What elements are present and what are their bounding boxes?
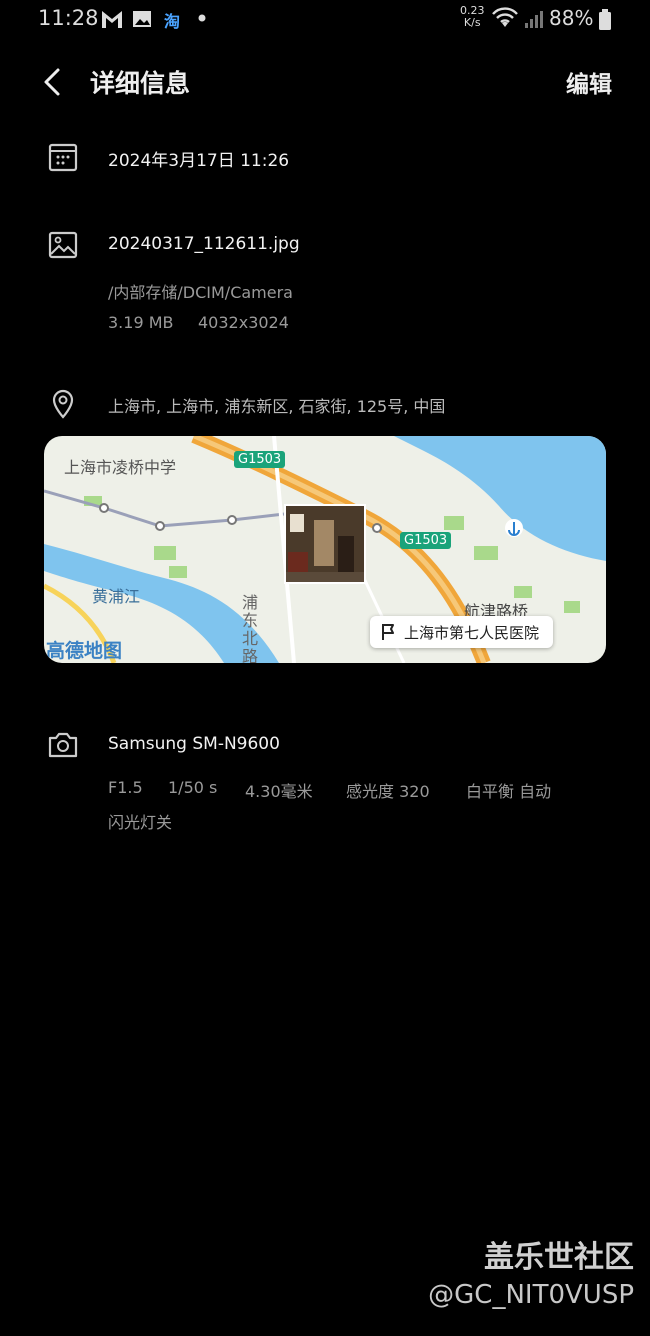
metro-station (372, 523, 382, 533)
park-area (514, 586, 532, 598)
gmail-icon (102, 11, 122, 28)
metro-line (44, 489, 285, 528)
signal-icon (525, 11, 543, 28)
back-button[interactable] (36, 64, 72, 100)
poi-name: 上海市第七人民医院 (404, 623, 540, 642)
park-area (564, 601, 580, 613)
wifi-icon (492, 7, 518, 27)
file-resolution: 4032x3024 (198, 313, 289, 332)
location-address: 上海市, 上海市, 浦东新区, 石家街, 125号, 中国 (108, 397, 446, 416)
app-bar: 详细信息 编辑 (0, 50, 650, 110)
map-label-school: 上海市凌桥中学 (64, 458, 177, 477)
location-pin-icon (52, 389, 74, 419)
aperture-value: F1.5 (108, 778, 143, 797)
map-label-river: 黄浦江 (92, 587, 141, 606)
camera-model: Samsung SM-N9600 (108, 734, 280, 754)
park-area (169, 566, 187, 578)
chevron-left-icon (44, 68, 60, 96)
status-bar: 11:28 淘 0.23 K/s 88% (0, 0, 650, 40)
flash-status: 闪光灯关 (108, 813, 173, 832)
network-speed-unit: K/s (463, 16, 481, 29)
park-area (444, 516, 464, 530)
white-balance: 白平衡 自动 (466, 782, 552, 801)
status-time: 11:28 (38, 6, 99, 30)
park-area (154, 546, 176, 560)
calendar-icon (48, 143, 78, 172)
highway-badge: G1503 (234, 451, 286, 468)
gallery-icon (133, 11, 151, 27)
metro-station (155, 521, 165, 531)
file-name: 20240317_112611.jpg (108, 234, 300, 254)
map-provider-logo: 高德地图 (46, 640, 123, 662)
page-title: 详细信息 (90, 69, 191, 98)
camera-icon (48, 732, 78, 758)
photo-thumbnail-image (286, 506, 364, 582)
watermark-site: 盖乐世社区 (484, 1240, 634, 1275)
flag-icon (382, 624, 394, 640)
metro-station (99, 503, 109, 513)
image-icon (48, 231, 78, 259)
photo-thumbnail[interactable] (284, 504, 366, 584)
focal-length: 4.30毫米 (245, 782, 313, 801)
dot-icon (198, 14, 206, 22)
edit-button[interactable]: 编辑 (566, 65, 612, 99)
metro-station (227, 515, 237, 525)
iso-value: 感光度 320 (346, 782, 430, 801)
shutter-speed: 1/50 s (168, 778, 218, 797)
map-label-road: 浦东北路 (242, 593, 259, 664)
file-path: /内部存储/DCIM/Camera (108, 283, 293, 302)
date-time-text: 2024年3月17日 11:26 (108, 151, 290, 171)
park-area (474, 546, 498, 560)
battery-icon (599, 9, 611, 30)
network-speed: 0.23 K/s (460, 5, 485, 29)
taobao-icon: 淘 (164, 12, 181, 31)
file-size: 3.19 MB (108, 313, 174, 332)
watermark-user: @GC_NIT0VUSP (428, 1280, 634, 1310)
poi-chip[interactable]: 上海市第七人民医院 (370, 616, 554, 648)
battery-percent: 88% (549, 6, 594, 30)
highway-badge: G1503 (400, 532, 452, 549)
location-map[interactable]: 上海市凌桥中学 黄浦江 浦东北路 航津路桥 G1503 G1503 上海市第七人… (44, 436, 606, 663)
